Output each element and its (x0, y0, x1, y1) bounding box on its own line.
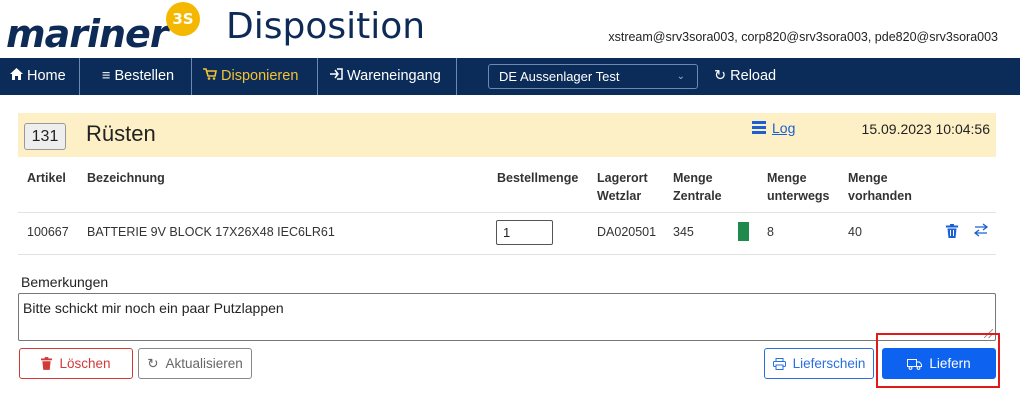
col-header-unterwegs: Menge unterwegs (767, 169, 830, 205)
col-header-vorhanden: Menge vorhanden (848, 169, 912, 205)
col-header-unterwegs-line1: Menge (767, 171, 807, 185)
log-label: Log (772, 120, 796, 136)
location-select-value: DE Aussenlager Test (499, 69, 620, 84)
refresh-label: Aktualisieren (165, 356, 243, 371)
nav-disponieren-label: Disponieren (221, 68, 299, 84)
cart-icon (203, 68, 217, 80)
cell-lagerort: DA020501 (597, 225, 657, 239)
delete-button[interactable]: Löschen (19, 348, 133, 379)
cell-artikel: 100667 (27, 225, 69, 239)
quantity-input[interactable]: 1 (496, 220, 553, 245)
trash-icon[interactable] (946, 224, 958, 238)
log-link[interactable]: Log (752, 120, 795, 136)
col-header-bestellmenge: Bestellmenge (497, 171, 579, 185)
order-state: Rüsten (86, 121, 156, 146)
col-header-artikel: Artikel (27, 171, 66, 185)
highlight-box (876, 333, 1000, 388)
cell-bezeichnung: BATTERIE 9V BLOCK 17X26X48 IEC6LR61 (87, 225, 335, 239)
cell-menge-zentrale: 345 (673, 225, 694, 239)
swap-icon[interactable] (973, 222, 989, 238)
nav-bestellen-label: Bestellen (114, 68, 175, 84)
order-date: 15.09.2023 10:04:56 (861, 121, 990, 137)
nav-home-label: Home (27, 68, 66, 84)
order-header: 131 Rüsten Log 15.09.2023 10:04:56 (18, 113, 996, 157)
reload-icon: ↻ (714, 68, 727, 84)
home-icon (10, 68, 23, 80)
nav-divider (456, 58, 457, 95)
mariner-logo: mariner (6, 12, 169, 56)
table-divider (18, 212, 996, 213)
delete-label: Löschen (59, 356, 111, 371)
nav-disponieren[interactable]: Disponieren (193, 58, 316, 95)
col-header-vorhanden-line1: Menge (848, 171, 888, 185)
list-icon (752, 121, 766, 134)
col-header-lagerort: Lagerort Wetzlar (597, 169, 648, 205)
printer-icon (772, 358, 786, 370)
chevron-down-icon: ⌄ (676, 71, 685, 82)
reload-label: Reload (730, 68, 777, 84)
stock-status-indicator (738, 222, 749, 241)
nav-home[interactable]: Home (0, 58, 80, 95)
trash-icon (41, 357, 53, 370)
nav-bestellen[interactable]: ≡ Bestellen (92, 58, 192, 95)
delivery-note-label: Lieferschein (792, 356, 866, 371)
col-header-vorhanden-line2: vorhanden (848, 189, 912, 203)
menu-icon: ≡ (102, 68, 111, 84)
nav-divider (79, 58, 80, 95)
main-navbar: Home ≡ Bestellen Disponieren Wareneingang… (0, 58, 1020, 95)
nav-divider (317, 58, 318, 95)
delivery-note-button[interactable]: Lieferschein (764, 348, 874, 379)
col-header-zentrale-line2: Zentrale (673, 189, 722, 203)
refresh-icon: ↻ (147, 356, 159, 371)
remarks-text: Bitte schickt mir noch ein paar Putzlapp… (23, 300, 284, 316)
nav-wareneingang-label: Wareneingang (347, 68, 441, 84)
col-header-bezeichnung: Bezeichnung (87, 171, 165, 185)
cell-menge-vorhanden: 40 (848, 225, 862, 239)
app-header: mariner 3S Disposition xstream@srv3sora0… (0, 0, 1020, 58)
order-number-badge: 131 (24, 123, 66, 150)
col-header-lagerort-line1: Lagerort (597, 171, 648, 185)
remarks-label: Bemerkungen (21, 274, 109, 290)
col-header-unterwegs-line2: unterwegs (767, 189, 830, 203)
remarks-textarea[interactable]: Bitte schickt mir noch ein paar Putzlapp… (18, 293, 996, 341)
login-icon (330, 68, 343, 80)
col-header-zentrale-line1: Menge (673, 171, 713, 185)
table-divider (18, 254, 996, 255)
nav-divider (191, 58, 192, 95)
cell-menge-unterwegs: 8 (767, 225, 774, 239)
col-header-lagerort-line2: Wetzlar (597, 189, 642, 203)
nav-wareneingang[interactable]: Wareneingang (320, 58, 456, 95)
reload-button[interactable]: ↻ Reload (704, 58, 794, 95)
user-info: xstream@srv3sora003, corp820@srv3sora003… (608, 30, 998, 44)
refresh-button[interactable]: ↻ Aktualisieren (138, 348, 252, 379)
col-header-zentrale: Menge Zentrale (673, 169, 722, 205)
location-select[interactable]: DE Aussenlager Test ⌄ (488, 64, 698, 89)
logo-badge: 3S (166, 2, 200, 36)
app-title: Disposition (226, 6, 426, 47)
